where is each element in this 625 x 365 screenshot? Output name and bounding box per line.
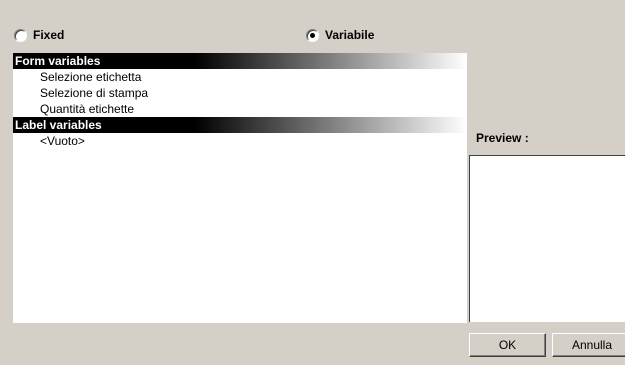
- ok-button[interactable]: OK: [469, 333, 546, 357]
- radio-selected-dot: [310, 32, 315, 38]
- fixed-radio[interactable]: Fixed: [14, 26, 64, 44]
- list-item[interactable]: Quantità etichette: [13, 101, 467, 117]
- variables-list[interactable]: Form variables Selezione etichetta Selez…: [13, 53, 467, 323]
- cancel-button[interactable]: Annulla: [552, 333, 625, 357]
- list-item[interactable]: Selezione etichetta: [13, 69, 467, 85]
- variable-radio-circle[interactable]: [306, 28, 319, 42]
- variable-radio[interactable]: Variabile: [306, 26, 374, 44]
- list-item[interactable]: <Vuoto>: [13, 133, 467, 149]
- preview-box: [469, 155, 625, 322]
- variable-radio-label: Variabile: [325, 28, 375, 42]
- label-variables-header: Label variables: [13, 117, 467, 133]
- preview-label: Preview :: [476, 131, 529, 145]
- fixed-radio-label: Fixed: [33, 28, 65, 42]
- list-item[interactable]: Selezione di stampa: [13, 85, 467, 101]
- fixed-radio-circle[interactable]: [14, 28, 27, 42]
- form-variables-header: Form variables: [13, 53, 467, 69]
